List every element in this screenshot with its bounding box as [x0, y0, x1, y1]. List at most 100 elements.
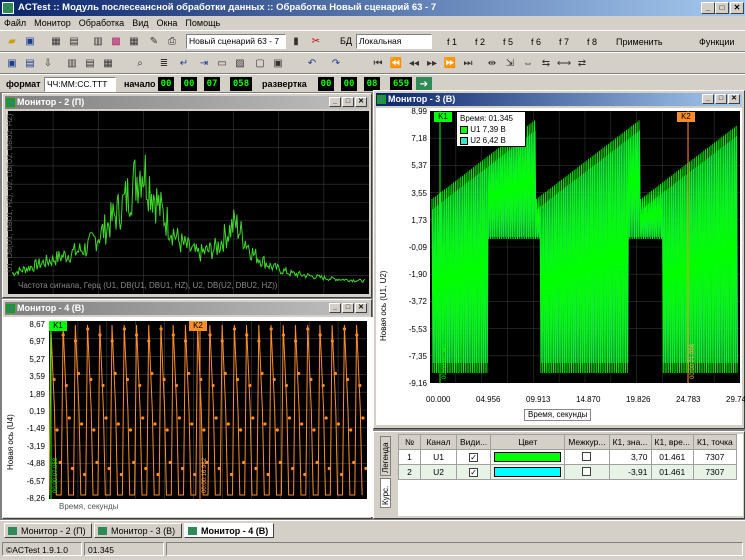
props-icon[interactable]: ▮: [288, 34, 304, 50]
list-icon[interactable]: ≣: [156, 56, 172, 72]
export-icon[interactable]: ⇩: [40, 56, 56, 72]
monitor-4-plot[interactable]: 00:00:07.058 00:00:16.962: [48, 321, 368, 499]
cursor-k2-badge[interactable]: K2: [189, 321, 207, 331]
monitor-4-titlebar[interactable]: Монитор - 4 (В) _ □ ✕: [5, 302, 369, 315]
col-number[interactable]: №: [398, 434, 421, 450]
redo-icon[interactable]: ↷: [328, 56, 344, 72]
image-icon[interactable]: ▨: [232, 56, 248, 72]
visible-checkbox[interactable]: ✓: [455, 449, 492, 465]
forward-icon[interactable]: ▸▸: [424, 56, 440, 72]
window-icon[interactable]: ▢: [252, 56, 268, 72]
menu-processing[interactable]: Обработка: [75, 16, 128, 30]
table-icon[interactable]: ▦: [126, 34, 142, 50]
goto-icon[interactable]: ↵: [176, 56, 192, 72]
legend-tab[interactable]: Легенда: [380, 436, 391, 476]
last-icon[interactable]: ⏭: [460, 56, 476, 72]
f1-button[interactable]: f 1: [447, 34, 457, 50]
between-checkbox[interactable]: [564, 449, 610, 465]
spectrum-chart[interactable]: [8, 111, 369, 294]
f6-button[interactable]: f 6: [531, 34, 541, 50]
monitor-3-titlebar[interactable]: Монитор - 3 (В) _ □ ✕: [376, 93, 742, 106]
window2-icon[interactable]: ▣: [270, 56, 286, 72]
marker-icon[interactable]: ⇥: [196, 56, 212, 72]
cursor-k1-badge[interactable]: K1: [434, 112, 452, 122]
table-row[interactable]: 2 U2 ✓ -3,91 01.461 7307: [398, 464, 737, 480]
tab-monitor-2[interactable]: Монитор - 2 (П): [4, 523, 92, 538]
menu-file[interactable]: Файл: [0, 16, 30, 30]
monitor-3-minimize[interactable]: _: [702, 94, 714, 104]
col-color[interactable]: Цвет: [490, 434, 566, 450]
db-select[interactable]: Локальная: [356, 34, 432, 49]
row-color[interactable]: [490, 464, 566, 480]
u4-chart[interactable]: 00:00:07.058 00:00:16.962: [48, 321, 368, 499]
format-select[interactable]: ЧЧ:ММ:СС.ТТТ: [44, 77, 116, 92]
grid-icon[interactable]: ▦: [48, 34, 64, 50]
between-checkbox[interactable]: [564, 464, 610, 480]
col-visible[interactable]: Види...: [455, 434, 492, 450]
sweep-minutes[interactable]: 00: [341, 77, 357, 91]
col-k1-value[interactable]: К1, зна...: [608, 434, 652, 450]
monitor-2-minimize[interactable]: _: [329, 97, 341, 107]
sweep-hours[interactable]: 00: [318, 77, 334, 91]
cursor-k1-badge[interactable]: K1: [49, 321, 67, 331]
f5-button[interactable]: f 5: [503, 34, 513, 50]
cells-icon[interactable]: ▦: [100, 56, 116, 72]
start-seconds[interactable]: 07: [204, 77, 220, 91]
monitor-3-close[interactable]: ✕: [728, 94, 740, 104]
monitor-3-plot[interactable]: 00:00:01.345 00:00:21.996: [430, 111, 740, 383]
monitor-2-plot[interactable]: [8, 111, 369, 294]
compress-icon[interactable]: ⇄: [574, 56, 590, 72]
monitor-4-minimize[interactable]: _: [329, 303, 341, 313]
forward-fast-icon[interactable]: ⏩: [442, 56, 458, 72]
monitor-2-close[interactable]: ✕: [355, 97, 367, 107]
monitor-icon[interactable]: ▣: [4, 56, 20, 72]
sweep-millis[interactable]: 659: [390, 77, 412, 91]
expand-icon[interactable]: ⇲: [502, 56, 518, 72]
minimize-button[interactable]: _: [701, 2, 715, 14]
col-k1-time[interactable]: К1, вре...: [650, 434, 694, 450]
first-icon[interactable]: ⏮: [370, 56, 386, 72]
chart-icon[interactable]: ▩: [108, 34, 124, 50]
menu-help[interactable]: Помощь: [181, 16, 224, 30]
start-minutes[interactable]: 00: [181, 77, 197, 91]
monitor-2-maximize[interactable]: □: [342, 97, 354, 107]
frame-icon[interactable]: ▭: [214, 56, 230, 72]
f2-button[interactable]: f 2: [475, 34, 485, 50]
row-color[interactable]: [490, 449, 566, 465]
text-icon[interactable]: ✎: [146, 34, 162, 50]
channel-icon[interactable]: ▤: [22, 56, 38, 72]
functions-button[interactable]: Функции: [699, 34, 734, 50]
layout-icon[interactable]: ▤: [66, 34, 82, 50]
undo-icon[interactable]: ↶: [304, 56, 320, 72]
scale-icon[interactable]: ⇔: [520, 56, 536, 72]
zoom-icon[interactable]: ⌕: [132, 56, 148, 72]
monitor-4-close[interactable]: ✕: [355, 303, 367, 313]
report-icon[interactable]: ▥: [90, 34, 106, 50]
start-millis[interactable]: 058: [230, 77, 252, 91]
f7-button[interactable]: f 7: [559, 34, 569, 50]
table-row[interactable]: 1 U1 ✓ 3,70 01.461 7307: [398, 449, 737, 465]
visible-checkbox[interactable]: ✓: [455, 464, 492, 480]
u1-u2-chart[interactable]: 00:00:01.345 00:00:21.996: [430, 111, 740, 383]
tool-icon[interactable]: ✂: [308, 34, 324, 50]
columns-icon[interactable]: ▥: [64, 56, 80, 72]
tab-monitor-4[interactable]: Монитор - 4 (В): [184, 523, 274, 538]
menu-monitor[interactable]: Монитор: [30, 16, 75, 30]
open-folder-icon[interactable]: ▰: [4, 34, 20, 50]
monitor-4-maximize[interactable]: □: [342, 303, 354, 313]
col-k1-point[interactable]: К1, точка: [692, 434, 737, 450]
rows-icon[interactable]: ▤: [82, 56, 98, 72]
sweep-seconds[interactable]: 08: [364, 77, 380, 91]
cursor-k2-badge[interactable]: K2: [677, 112, 695, 122]
rewind-fast-icon[interactable]: ⏪: [388, 56, 404, 72]
tab-monitor-3[interactable]: Монитор - 3 (В): [94, 523, 182, 538]
menu-windows[interactable]: Окна: [152, 16, 181, 30]
print-icon[interactable]: ⎙: [164, 34, 180, 50]
rewind-icon[interactable]: ◂◂: [406, 56, 422, 72]
apply-button[interactable]: Применить: [616, 34, 663, 50]
scenario-select[interactable]: Новый сценарий 63 - 7: [186, 34, 286, 49]
maximize-button[interactable]: □: [715, 2, 729, 14]
stretch-icon[interactable]: ⟷: [556, 56, 572, 72]
start-hours[interactable]: 00: [158, 77, 174, 91]
monitor-3-maximize[interactable]: □: [715, 94, 727, 104]
